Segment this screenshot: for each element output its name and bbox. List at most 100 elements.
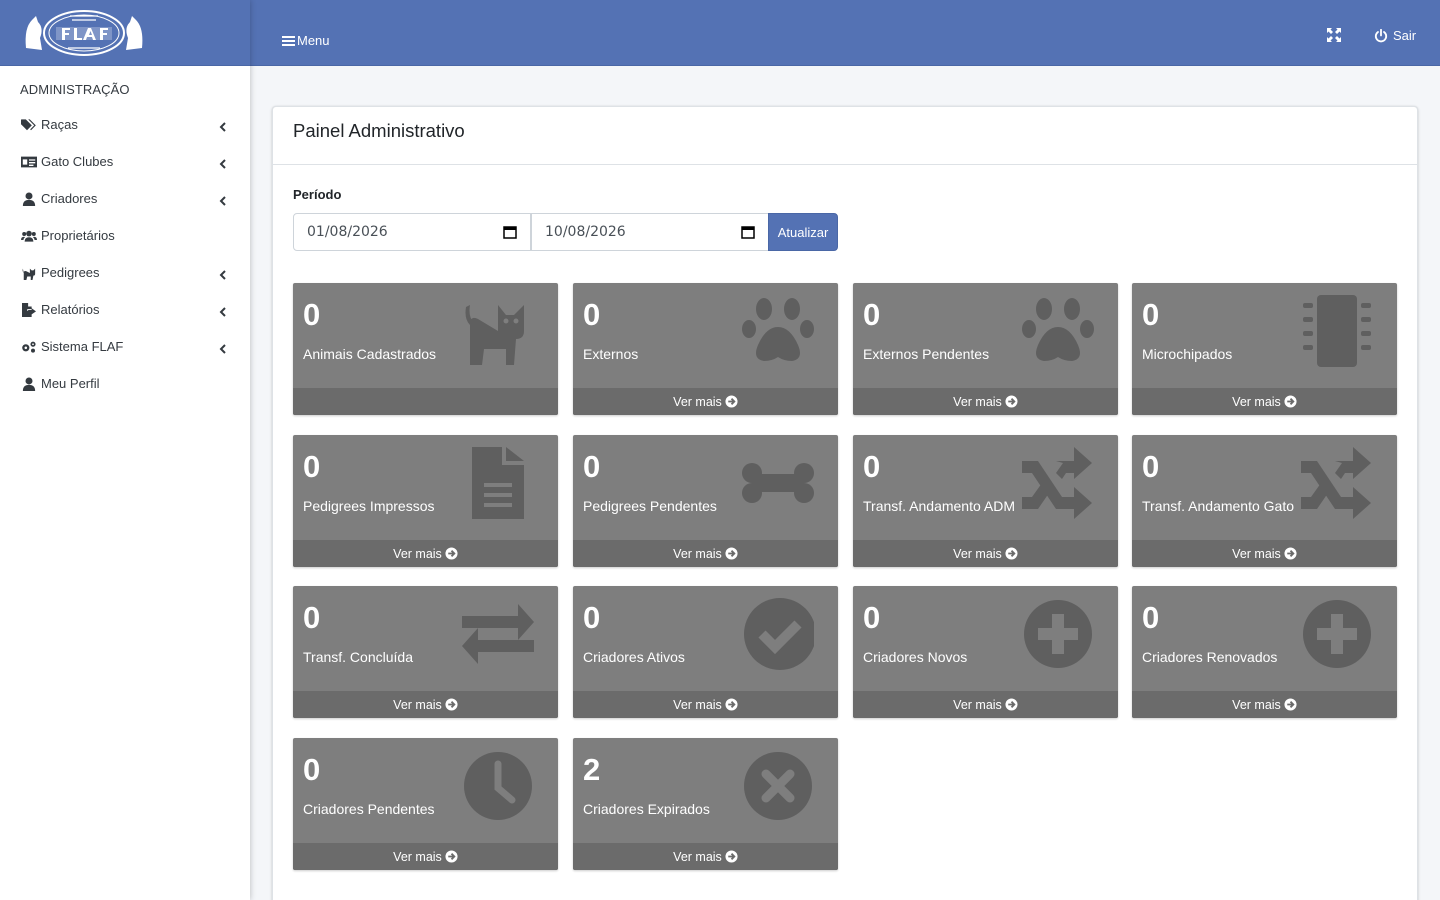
more-info-footer[interactable]: Ver mais bbox=[853, 540, 1118, 567]
more-info-label: Ver mais bbox=[1232, 394, 1281, 409]
more-info-label: Ver mais bbox=[393, 849, 442, 864]
stat-label: Externos Pendentes bbox=[863, 346, 990, 362]
paw-icon bbox=[1022, 295, 1094, 367]
stat-value: 0 bbox=[583, 297, 601, 332]
more-info-footer[interactable]: Ver mais bbox=[573, 691, 838, 718]
id-card-icon bbox=[20, 154, 38, 170]
logout-button[interactable]: Sair bbox=[1374, 28, 1416, 43]
more-info-footer[interactable]: Ver mais bbox=[1132, 388, 1397, 415]
more-info-label: Ver mais bbox=[673, 394, 722, 409]
arrow-circle-right-icon bbox=[445, 850, 458, 863]
sidebar-item-racas[interactable]: Raças bbox=[0, 106, 250, 143]
arrow-circle-right-icon bbox=[1005, 698, 1018, 711]
more-info-label: Ver mais bbox=[1232, 697, 1281, 712]
more-info-label: Ver mais bbox=[673, 697, 722, 712]
stat-value: 0 bbox=[583, 600, 601, 635]
chevron-left-icon bbox=[219, 157, 227, 169]
stat-value: 0 bbox=[303, 752, 321, 787]
fullscreen-button[interactable] bbox=[1327, 28, 1343, 44]
stat-label: Transf. Concluída bbox=[303, 649, 413, 665]
chevron-left-icon bbox=[219, 305, 227, 317]
bone-icon bbox=[742, 447, 814, 519]
brand-bar bbox=[0, 0, 250, 66]
stat-value: 0 bbox=[1142, 297, 1160, 332]
start-date-input[interactable]: 01/08/2026 bbox=[293, 213, 531, 251]
more-info-label: Ver mais bbox=[673, 546, 722, 561]
logout-label: Sair bbox=[1393, 28, 1417, 43]
more-info-footer[interactable]: Ver mais bbox=[293, 540, 558, 567]
flaf-logo[interactable] bbox=[18, 8, 150, 58]
sidebar-item-label: Meu Perfil bbox=[41, 376, 100, 391]
more-info-footer[interactable]: Ver mais bbox=[293, 843, 558, 870]
sidebar-item-label: Raças bbox=[41, 117, 78, 132]
arrow-circle-right-icon bbox=[1005, 395, 1018, 408]
sidebar-header: ADMINISTRAÇÃO bbox=[20, 82, 130, 97]
sidebar-item-pedigrees[interactable]: Pedigrees bbox=[0, 254, 250, 291]
stat-value: 0 bbox=[1142, 449, 1160, 484]
sidebar-item-meu-perfil[interactable]: Meu Perfil bbox=[0, 365, 250, 402]
arrow-circle-right-icon bbox=[725, 850, 738, 863]
more-info-label: Ver mais bbox=[953, 546, 1002, 561]
calendar-icon[interactable] bbox=[503, 225, 517, 239]
arrow-circle-right-icon bbox=[725, 395, 738, 408]
menu-toggle-button[interactable]: Menu bbox=[282, 33, 330, 48]
more-info-footer[interactable]: Ver mais bbox=[853, 691, 1118, 718]
more-info-footer[interactable]: Ver mais bbox=[853, 388, 1118, 415]
stat-box-criadores-ativos: 0 Criadores Ativos Ver mais bbox=[573, 586, 838, 718]
arrow-circle-right-icon bbox=[445, 698, 458, 711]
stat-label: Microchipados bbox=[1142, 346, 1233, 362]
chevron-left-icon bbox=[219, 268, 227, 280]
stat-label: Externos bbox=[583, 346, 639, 362]
sidebar-item-label: Criadores bbox=[41, 191, 98, 206]
topbar: Menu Sair bbox=[250, 0, 1440, 66]
random-icon bbox=[1022, 447, 1094, 519]
stat-label: Animais Cadastrados bbox=[303, 346, 437, 362]
stat-box-criadores-novos: 0 Criadores Novos Ver mais bbox=[853, 586, 1118, 718]
calendar-icon[interactable] bbox=[741, 225, 755, 239]
file-export-icon bbox=[20, 302, 38, 318]
more-info-footer[interactable]: Ver mais bbox=[293, 691, 558, 718]
cogs-icon bbox=[20, 339, 38, 355]
more-info-label: Ver mais bbox=[673, 849, 722, 864]
sidebar-item-proprietarios[interactable]: Proprietários bbox=[0, 217, 250, 254]
user-icon bbox=[20, 191, 38, 207]
more-info-label: Ver mais bbox=[953, 394, 1002, 409]
menu-label: Menu bbox=[297, 33, 330, 48]
stat-box-criadores-pendentes: 0 Criadores Pendentes Ver mais bbox=[293, 738, 558, 870]
times-circle-icon bbox=[742, 750, 814, 822]
more-info-footer[interactable]: Ver mais bbox=[573, 843, 838, 870]
more-info-footer[interactable]: Ver mais bbox=[1132, 540, 1397, 567]
file-icon bbox=[462, 447, 534, 519]
check-circle-icon bbox=[742, 598, 816, 670]
clock-icon bbox=[462, 750, 534, 822]
sidebar-item-criadores[interactable]: Criadores bbox=[0, 180, 250, 217]
sidebar-item-gato-clubes[interactable]: Gato Clubes bbox=[0, 143, 250, 180]
end-date-input[interactable]: 10/08/2026 bbox=[531, 213, 769, 251]
more-info-footer[interactable]: Ver mais bbox=[573, 540, 838, 567]
paw-icon bbox=[742, 295, 814, 367]
sidebar-item-relatorios[interactable]: Relatórios bbox=[0, 291, 250, 328]
arrow-circle-right-icon bbox=[1284, 698, 1297, 711]
more-info-footer[interactable]: Ver mais bbox=[573, 388, 838, 415]
sidebar-item-sistema-flaf[interactable]: Sistema FLAF bbox=[0, 328, 250, 365]
stat-value: 0 bbox=[303, 600, 321, 635]
user-icon bbox=[20, 376, 38, 392]
more-info-label: Ver mais bbox=[393, 697, 442, 712]
card-header: Painel Administrativo bbox=[273, 107, 1417, 165]
stat-value: 0 bbox=[303, 449, 321, 484]
stat-box-transf-concluida: 0 Transf. Concluída Ver mais bbox=[293, 586, 558, 718]
hamburger-icon bbox=[282, 35, 295, 46]
stat-box-pedigrees-pendentes: 0 Pedigrees Pendentes Ver mais bbox=[573, 435, 838, 567]
stat-value: 0 bbox=[1142, 600, 1160, 635]
stat-label: Pedigrees Pendentes bbox=[583, 498, 717, 514]
more-info-footer[interactable] bbox=[293, 388, 558, 415]
more-info-footer[interactable]: Ver mais bbox=[1132, 691, 1397, 718]
stat-label: Transf. Andamento ADM bbox=[863, 498, 1015, 514]
update-button[interactable]: Atualizar bbox=[768, 213, 838, 251]
stat-label: Transf. Andamento Gato bbox=[1142, 498, 1295, 514]
period-label: Período bbox=[293, 187, 342, 202]
chevron-left-icon bbox=[219, 194, 227, 206]
stat-box-transf-andamento-gato: 0 Transf. Andamento Gato Ver mais bbox=[1132, 435, 1397, 567]
stat-box-criadores-expirados: 2 Criadores Expirados Ver mais bbox=[573, 738, 838, 870]
sidebar-item-label: Sistema FLAF bbox=[41, 339, 124, 354]
